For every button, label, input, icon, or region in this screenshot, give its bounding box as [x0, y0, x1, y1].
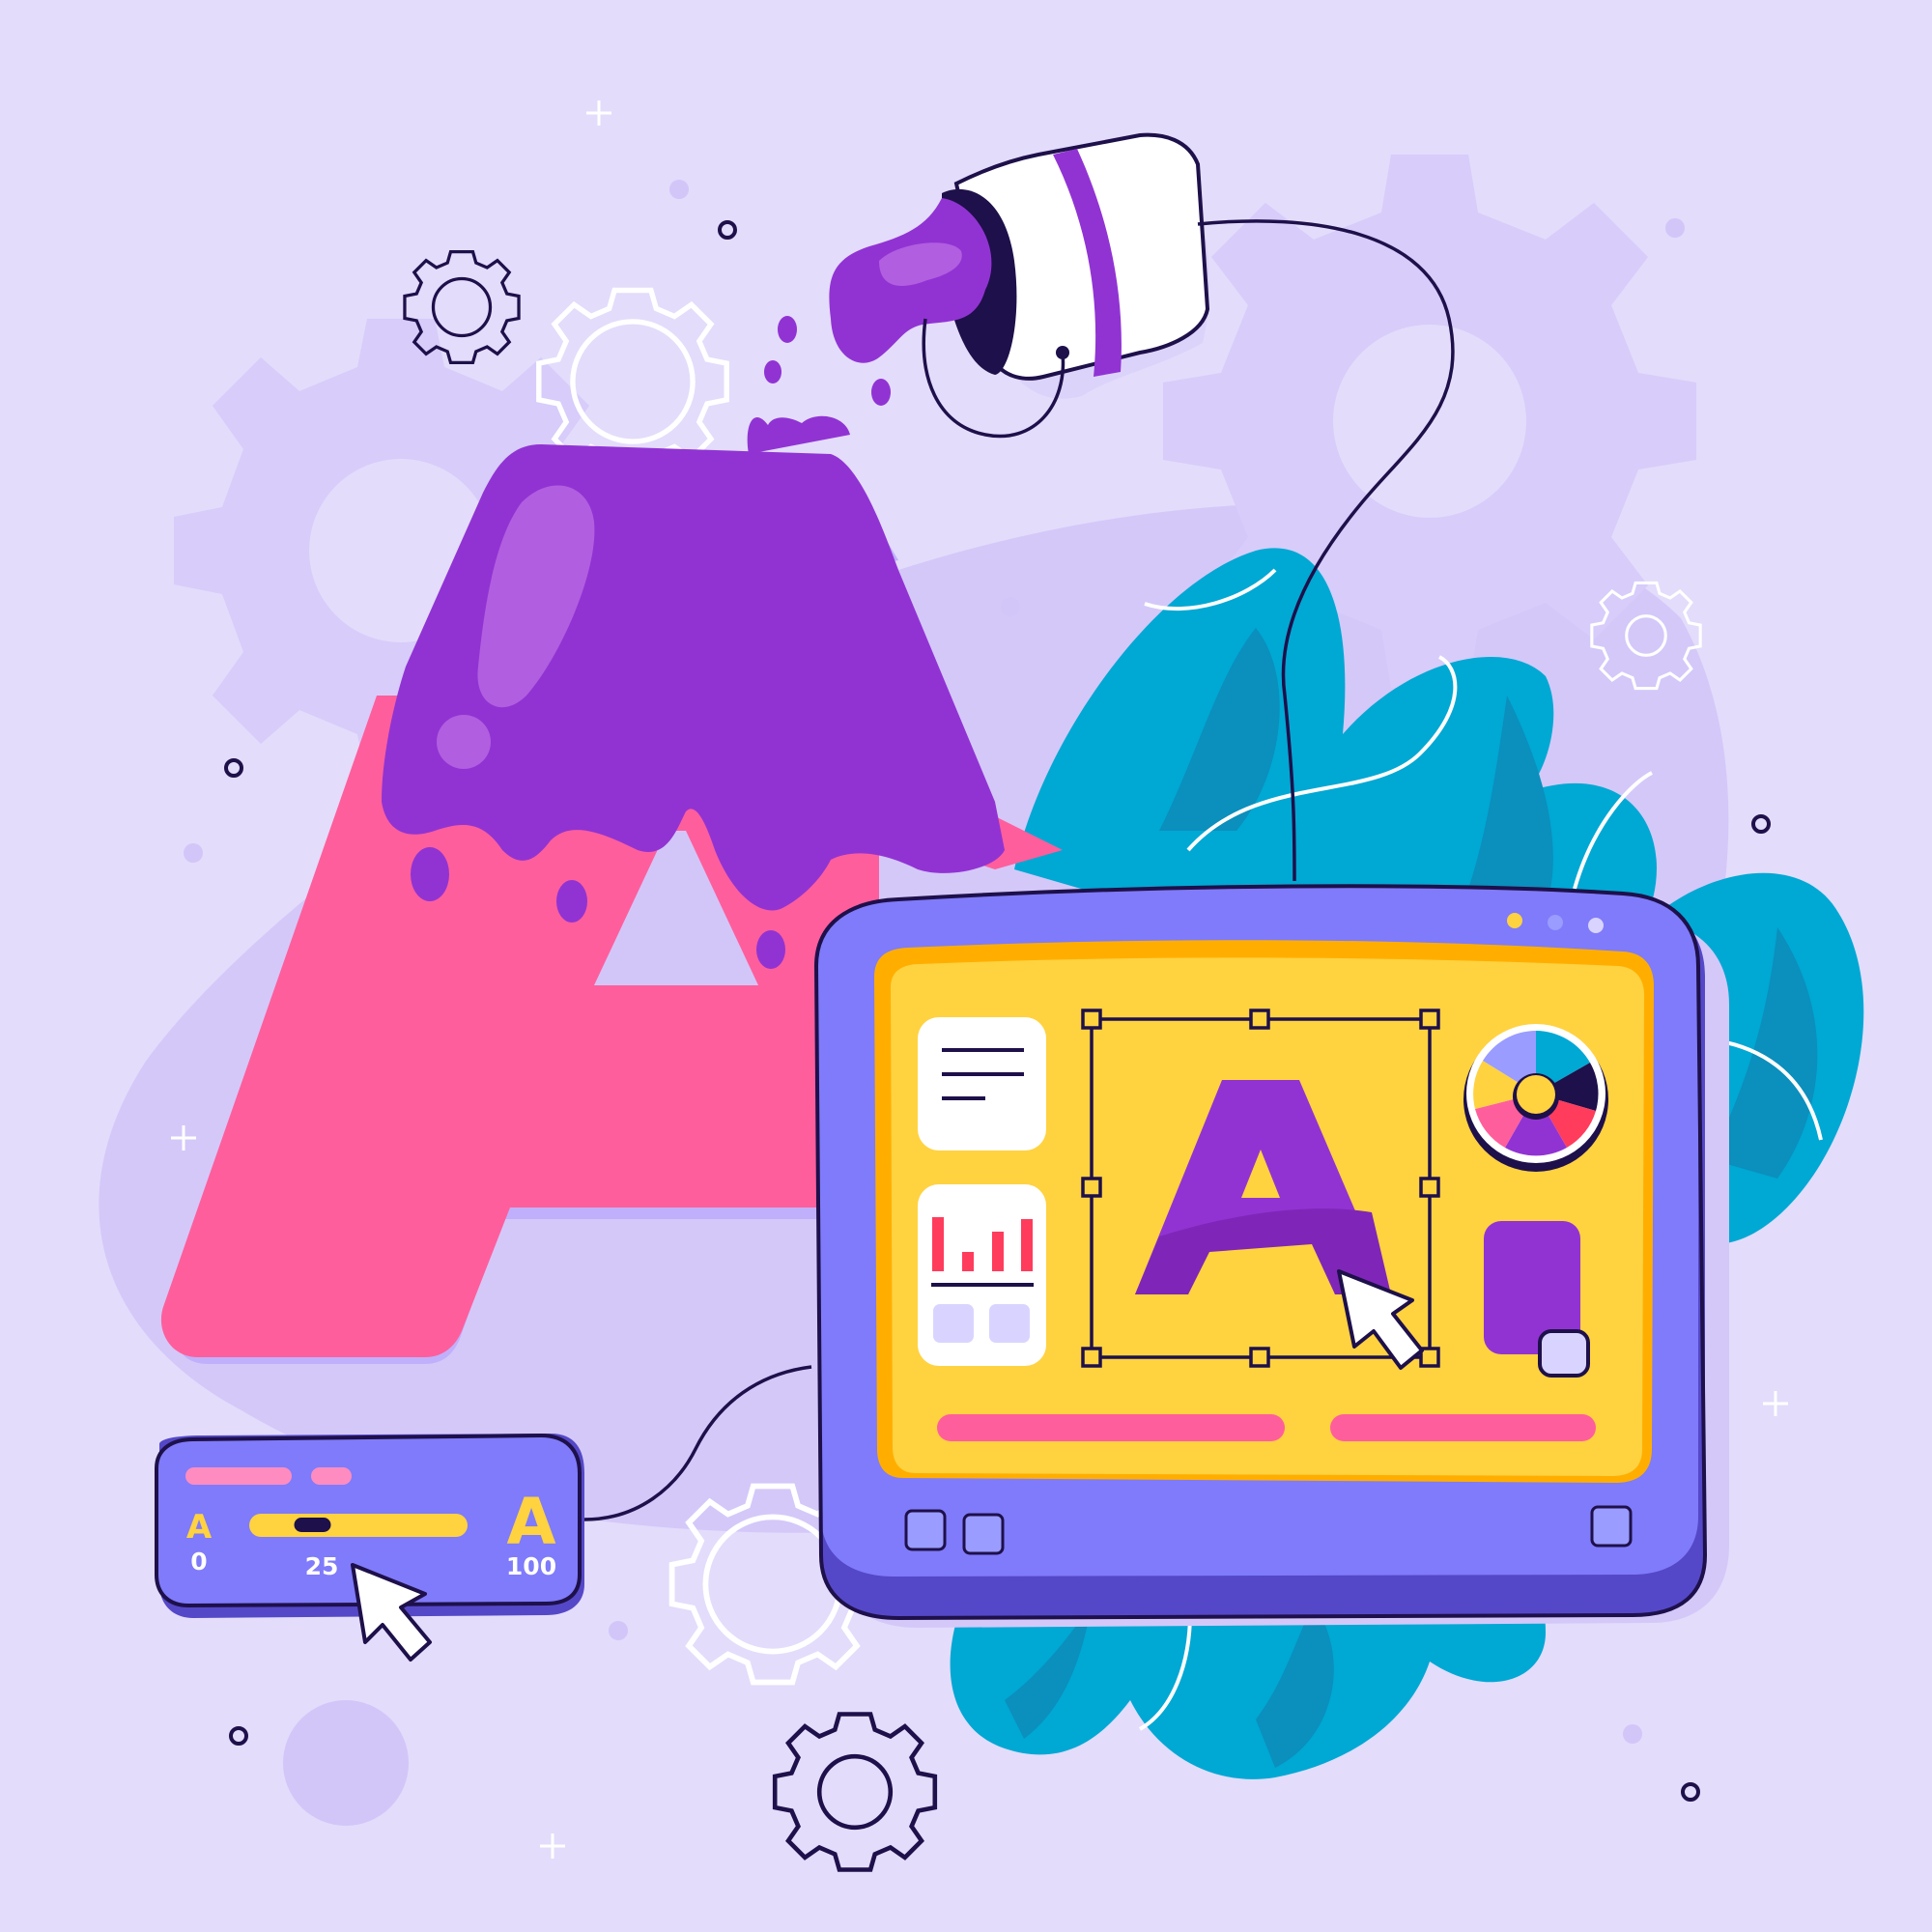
design-tablet: A — [813, 884, 1729, 1628]
bar-chart-icon — [918, 1184, 1046, 1366]
typography-illustration: A A 0 25 100 — [0, 0, 1932, 1932]
max-value-label: 100 — [506, 1552, 556, 1580]
screen-bars — [937, 1414, 1596, 1441]
panel-labels-bars — [185, 1467, 352, 1485]
slider-thumb[interactable] — [294, 1518, 331, 1532]
small-letter-a: A — [186, 1508, 213, 1547]
text-lines-icon — [918, 1017, 1046, 1151]
color-swatch-icon — [1484, 1221, 1590, 1378]
color-wheel-icon — [1463, 1024, 1608, 1172]
current-value-label: 25 — [305, 1552, 339, 1580]
min-value-label: 0 — [190, 1548, 207, 1576]
large-letter-a-label: A — [506, 1485, 555, 1559]
